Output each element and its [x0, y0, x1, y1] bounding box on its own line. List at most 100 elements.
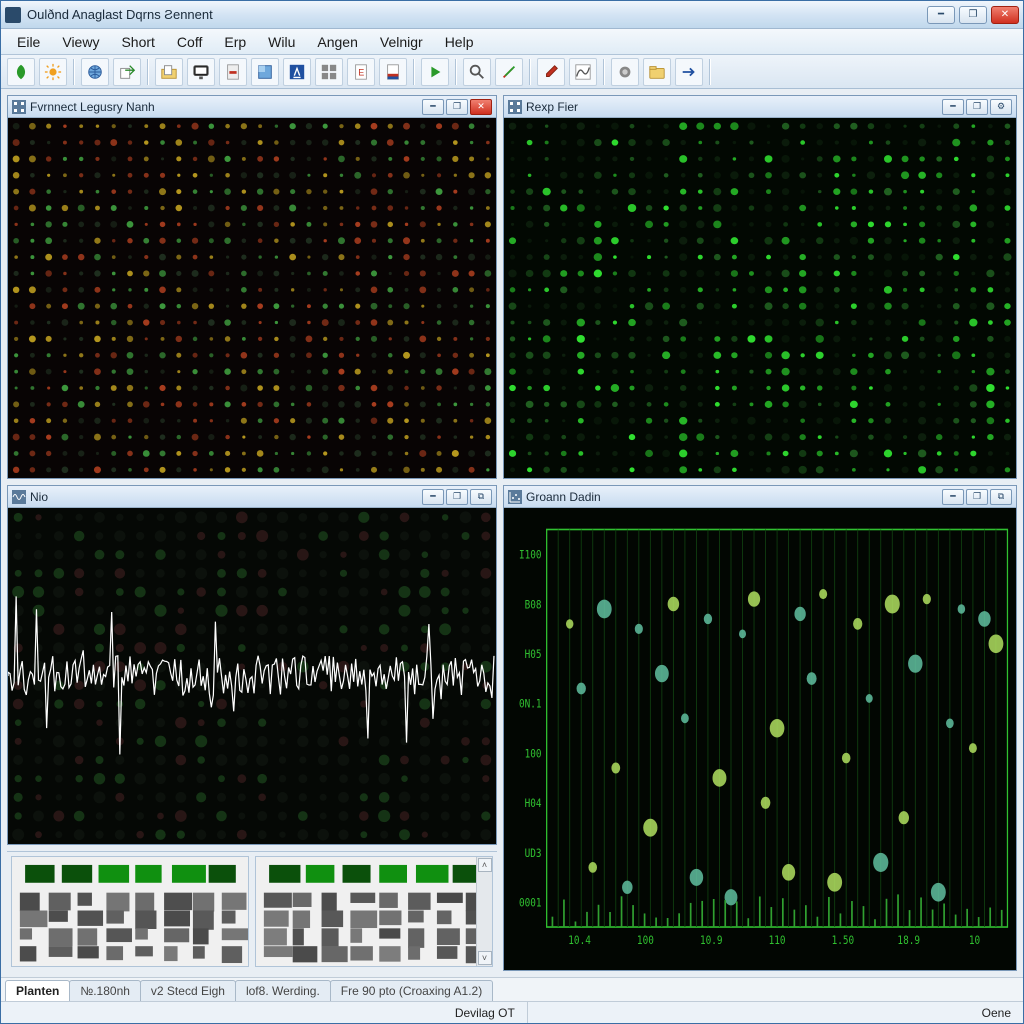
- panel-nio: Nio ━ ❐ ⧉: [7, 485, 497, 845]
- panel-rexp-max[interactable]: ❐: [966, 99, 988, 115]
- app-title: Oulðnd Anaglast Dqrns Ƨennent: [27, 7, 927, 22]
- menu-coff[interactable]: Coff: [167, 32, 212, 52]
- panel-legusry-max[interactable]: ❐: [446, 99, 468, 115]
- arrow-right-icon[interactable]: [675, 58, 703, 86]
- page-flag-icon[interactable]: [379, 58, 407, 86]
- svg-text:110: 110: [769, 933, 786, 947]
- menubar: Eile Viewy Short Coff Erp Wilu Angen Vel…: [1, 29, 1023, 55]
- thumb-1[interactable]: [11, 856, 249, 967]
- globe-icon[interactable]: [81, 58, 109, 86]
- panel-groann-min[interactable]: ━: [942, 489, 964, 505]
- doc-folder-icon[interactable]: [155, 58, 183, 86]
- thumbnails-icon[interactable]: [315, 58, 343, 86]
- scroll-up-icon[interactable]: ˄: [478, 858, 492, 872]
- menu-angen[interactable]: Angen: [307, 32, 367, 52]
- grid-icon: [12, 100, 26, 114]
- svg-text:18.9: 18.9: [897, 933, 920, 947]
- monitor-icon[interactable]: [187, 58, 215, 86]
- minimize-button[interactable]: ━: [927, 6, 955, 24]
- panel-legusry-header[interactable]: Fvrnnect Legusry Nanh ━ ❐ ✕: [8, 96, 496, 118]
- tab-planten[interactable]: Planten: [5, 980, 70, 1001]
- svg-text:UD3: UD3: [525, 846, 542, 860]
- panel-legusry-min[interactable]: ━: [422, 99, 444, 115]
- main-window: Oulðnd Anaglast Dqrns Ƨennent ━ ❐ ✕ Eile…: [0, 0, 1024, 1024]
- panel-groann-header[interactable]: Groann Dadin ━ ❐ ⧉: [504, 486, 1016, 508]
- play-icon[interactable]: [421, 58, 449, 86]
- svg-text:E: E: [358, 67, 364, 77]
- panel-groann-opt[interactable]: ⧉: [990, 489, 1012, 505]
- wand-icon[interactable]: [495, 58, 523, 86]
- menu-erp[interactable]: Erp: [214, 32, 256, 52]
- leaf-icon[interactable]: [7, 58, 35, 86]
- svg-text:0N.1: 0N.1: [519, 697, 542, 711]
- gear-globe-icon[interactable]: [611, 58, 639, 86]
- panel-nio-header[interactable]: Nio ━ ❐ ⧉: [8, 486, 496, 508]
- export-icon[interactable]: [113, 58, 141, 86]
- svg-text:1.50: 1.50: [832, 933, 855, 947]
- workspace: Fvrnnect Legusry Nanh ━ ❐ ✕ Rexp Fier ━ …: [1, 89, 1023, 977]
- svg-text:I100: I100: [519, 548, 542, 562]
- maximize-button[interactable]: ❐: [959, 6, 987, 24]
- svg-text:100: 100: [637, 933, 654, 947]
- tab-fre90[interactable]: Fre 90 pto (Croaxing A1.2): [330, 980, 493, 1001]
- panel-groann-title: Groann Dadin: [526, 490, 942, 504]
- dropper-icon[interactable]: [537, 58, 565, 86]
- thumb-2[interactable]: ˄ ˅: [255, 856, 493, 967]
- thumb-strip: ˄ ˅: [7, 851, 497, 971]
- menu-viewy[interactable]: Viewy: [52, 32, 109, 52]
- panel-groann-max[interactable]: ❐: [966, 489, 988, 505]
- panel-rexp-header[interactable]: Rexp Fier ━ ❐ ⚙: [504, 96, 1016, 118]
- panel-rexp-min[interactable]: ━: [942, 99, 964, 115]
- thumb-scrollbar[interactable]: ˄ ˅: [476, 857, 492, 966]
- close-button[interactable]: ✕: [991, 6, 1019, 24]
- app-icon: [5, 7, 21, 23]
- status-right: Oene: [970, 1002, 1023, 1023]
- svg-text:10.9: 10.9: [700, 933, 723, 947]
- tab-stecd[interactable]: v2 Stecd Eigh: [140, 980, 236, 1001]
- svg-text:10.4: 10.4: [568, 933, 591, 947]
- sun-icon[interactable]: [39, 58, 67, 86]
- status-center: Devilag OT: [443, 1002, 528, 1023]
- folder-icon[interactable]: [643, 58, 671, 86]
- panel-rexp: Rexp Fier ━ ❐ ⚙: [503, 95, 1017, 479]
- tab-180nh[interactable]: №.180nh: [69, 980, 141, 1001]
- doc-red-icon[interactable]: [219, 58, 247, 86]
- menu-short[interactable]: Short: [111, 32, 164, 52]
- svg-text:0001: 0001: [519, 895, 542, 909]
- panel-rexp-opt[interactable]: ⚙: [990, 99, 1012, 115]
- panel-legusry-view[interactable]: [8, 118, 496, 478]
- magnifier-icon[interactable]: [463, 58, 491, 86]
- menu-eile[interactable]: Eile: [7, 32, 50, 52]
- panel-nio-opt[interactable]: ⧉: [470, 489, 492, 505]
- svg-text:10: 10: [969, 933, 980, 947]
- panel-nio-view[interactable]: [8, 508, 496, 844]
- panel-legusry: Fvrnnect Legusry Nanh ━ ❐ ✕: [7, 95, 497, 479]
- scroll-down-icon[interactable]: ˅: [478, 951, 492, 965]
- panel-legusry-close[interactable]: ✕: [470, 99, 492, 115]
- menu-wilu[interactable]: Wilu: [258, 32, 305, 52]
- panel-rexp-title: Rexp Fier: [526, 100, 942, 114]
- panel-nio-min[interactable]: ━: [422, 489, 444, 505]
- titlebar[interactable]: Oulðnd Anaglast Dqrns Ƨennent ━ ❐ ✕: [1, 1, 1023, 29]
- panel-groann-view[interactable]: I100B08H050N.1100H04UD3000110.410010.911…: [504, 508, 1016, 970]
- doc-E-icon[interactable]: E: [347, 58, 375, 86]
- svg-text:H05: H05: [525, 647, 542, 661]
- panel-nio-max[interactable]: ❐: [446, 489, 468, 505]
- panel-groann: Groann Dadin ━ ❐ ⧉ I100B08H050N.1100H04U…: [503, 485, 1017, 971]
- panel-legusry-title: Fvrnnect Legusry Nanh: [30, 100, 422, 114]
- tab-werdmg[interactable]: lof8. Werding.: [235, 980, 331, 1001]
- menu-help[interactable]: Help: [435, 32, 484, 52]
- tabstrip: Planten №.180nh v2 Stecd Eigh lof8. Werd…: [1, 977, 1023, 1001]
- microscope-icon[interactable]: [283, 58, 311, 86]
- panel-rexp-view[interactable]: [504, 118, 1016, 478]
- svg-text:B08: B08: [525, 597, 542, 611]
- toolbar: E: [1, 55, 1023, 89]
- panel-nio-title: Nio: [30, 490, 422, 504]
- chart-icon: [508, 490, 522, 504]
- menu-velnigr[interactable]: Velnigr: [370, 32, 433, 52]
- grid-icon: [508, 100, 522, 114]
- wave-icon: [12, 490, 26, 504]
- svg-text:100: 100: [525, 746, 542, 760]
- tile-icon[interactable]: [251, 58, 279, 86]
- curve-fx-icon[interactable]: [569, 58, 597, 86]
